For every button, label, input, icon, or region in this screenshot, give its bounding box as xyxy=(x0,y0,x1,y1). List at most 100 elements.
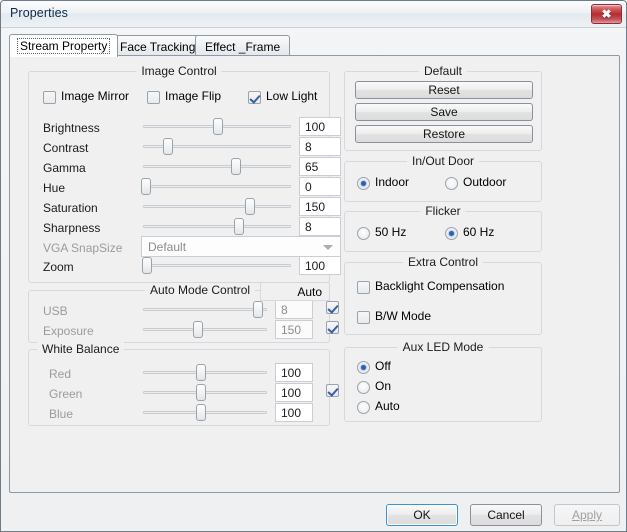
sharpness-value[interactable]: 8 xyxy=(299,217,341,236)
brightness-value[interactable]: 100 xyxy=(299,117,341,136)
flicker-50hz-radio-button[interactable] xyxy=(357,227,370,240)
exposure-auto-checkbox[interactable] xyxy=(326,321,339,334)
vga-snapsize-label: VGA SnapSize xyxy=(43,241,123,255)
usb-slider xyxy=(143,299,267,319)
blue-value[interactable]: 100 xyxy=(275,403,313,422)
aux-led-mode-group: Aux LED Mode Off On Auto xyxy=(344,340,542,422)
red-value[interactable]: 100 xyxy=(275,363,313,382)
tab-page-stream-property: Image Control Image Mirror Image Flip Lo… xyxy=(9,55,620,493)
chevron-down-icon[interactable] xyxy=(323,245,333,250)
usb-auto-checkbox[interactable] xyxy=(326,301,339,314)
tab-face-tracking[interactable]: Face Tracking xyxy=(110,35,206,57)
aux-off-radio-button[interactable] xyxy=(357,361,370,374)
ok-button[interactable]: OK xyxy=(386,504,458,526)
aux-auto-label: Auto xyxy=(375,399,400,413)
white-balance-auto-checkbox[interactable] xyxy=(326,384,339,397)
close-button[interactable]: ✖ xyxy=(591,4,622,24)
properties-dialog-window: Properties ✖ Stream Property Face Tracki… xyxy=(0,0,627,532)
image-flip-label: Image Flip xyxy=(165,89,222,103)
brightness-slider-thumb[interactable] xyxy=(213,118,224,135)
save-button-label: Save xyxy=(430,105,458,119)
gamma-slider-track[interactable] xyxy=(143,165,291,168)
in-out-door-group: In/Out Door Indoor Outdoor xyxy=(344,154,542,202)
zoom-value[interactable]: 100 xyxy=(299,256,341,275)
usb-slider-thumb xyxy=(253,301,264,318)
extra-control-group: Extra Control Backlight Compensation B/W… xyxy=(344,255,542,335)
restore-button[interactable]: Restore xyxy=(355,125,533,143)
backlight-compensation-checkbox-box[interactable] xyxy=(357,281,370,294)
image-mirror-label: Image Mirror xyxy=(61,89,130,103)
low-light-checkbox-box[interactable] xyxy=(248,91,261,104)
contrast-slider-thumb[interactable] xyxy=(163,138,174,155)
white-balance-group-label: White Balance xyxy=(37,342,125,356)
tab-strip: Stream Property Face Tracking Effect _Fr… xyxy=(9,34,620,57)
flicker-50hz-label: 50 Hz xyxy=(375,225,407,239)
usb-slider-track xyxy=(143,308,267,311)
hue-label: Hue xyxy=(43,181,66,195)
red-label: Red xyxy=(49,367,72,381)
sharpness-slider[interactable] xyxy=(143,216,291,236)
usb-value: 8 xyxy=(275,300,313,319)
gamma-value[interactable]: 65 xyxy=(299,157,341,176)
green-slider xyxy=(143,382,267,402)
default-group-label: Default xyxy=(418,64,468,78)
saturation-value[interactable]: 150 xyxy=(299,197,341,216)
usb-label: USB xyxy=(43,304,68,318)
saturation-slider-thumb[interactable] xyxy=(244,198,255,215)
red-slider xyxy=(143,362,267,382)
aux-auto-radio-button[interactable] xyxy=(357,401,370,414)
ok-button-label: OK xyxy=(413,508,431,522)
gamma-slider[interactable] xyxy=(143,156,291,176)
hue-slider[interactable] xyxy=(140,176,291,196)
bw-mode-label: B/W Mode xyxy=(375,309,432,323)
exposure-value: 150 xyxy=(275,320,313,339)
exposure-slider-track xyxy=(143,328,267,331)
tab-effect-frame[interactable]: Effect _Frame xyxy=(195,35,291,57)
gamma-slider-thumb[interactable] xyxy=(231,158,242,175)
cancel-button[interactable]: Cancel xyxy=(470,504,542,526)
brightness-slider[interactable] xyxy=(143,116,291,136)
contrast-slider[interactable] xyxy=(143,136,291,156)
aux-on-radio-button[interactable] xyxy=(357,381,370,394)
exposure-slider-thumb xyxy=(192,321,203,338)
green-value[interactable]: 100 xyxy=(275,383,313,402)
sharpness-slider-thumb[interactable] xyxy=(234,218,245,235)
red-slider-thumb xyxy=(196,364,207,381)
bw-mode-checkbox-box[interactable] xyxy=(357,311,370,324)
aux-on-label: On xyxy=(375,379,392,393)
green-slider-thumb xyxy=(196,384,207,401)
outdoor-label: Outdoor xyxy=(463,175,507,189)
contrast-value[interactable]: 8 xyxy=(299,137,341,156)
contrast-label: Contrast xyxy=(43,141,89,155)
zoom-slider-thumb[interactable] xyxy=(142,257,153,274)
brightness-label: Brightness xyxy=(43,121,100,135)
close-icon: ✖ xyxy=(601,7,612,21)
blue-label: Blue xyxy=(49,407,74,421)
vga-snapsize-combobox[interactable]: Default xyxy=(141,236,341,257)
flicker-60hz-radio-button[interactable] xyxy=(445,227,458,240)
sharpness-label: Sharpness xyxy=(43,221,101,235)
auto-column-header: Auto xyxy=(260,282,330,301)
apply-button-label: Apply xyxy=(571,508,603,522)
zoom-slider-track[interactable] xyxy=(143,264,291,267)
backlight-compensation-label: Backlight Compensation xyxy=(375,279,505,293)
outdoor-radio-button[interactable] xyxy=(445,177,458,190)
image-mirror-checkbox-box[interactable] xyxy=(43,91,56,104)
flicker-group: Flicker 50 Hz 60 Hz xyxy=(344,204,542,252)
low-light-label: Low Light xyxy=(266,89,318,103)
reset-button[interactable]: Reset xyxy=(355,81,533,99)
saturation-slider[interactable] xyxy=(143,196,291,216)
title-bar: Properties ✖ xyxy=(1,1,626,28)
zoom-slider[interactable] xyxy=(142,255,291,275)
tab-stream-property[interactable]: Stream Property xyxy=(9,34,119,57)
save-button[interactable]: Save xyxy=(355,103,533,121)
image-flip-checkbox-box[interactable] xyxy=(147,91,160,104)
saturation-slider-track[interactable] xyxy=(143,205,291,208)
hue-value[interactable]: 0 xyxy=(299,177,341,196)
hue-slider-track[interactable] xyxy=(143,185,291,188)
hue-slider-thumb[interactable] xyxy=(140,178,151,195)
restore-button-label: Restore xyxy=(422,127,466,141)
indoor-radio-button[interactable] xyxy=(357,177,370,190)
sharpness-slider-track[interactable] xyxy=(143,225,291,228)
aux-off-label: Off xyxy=(375,359,391,373)
